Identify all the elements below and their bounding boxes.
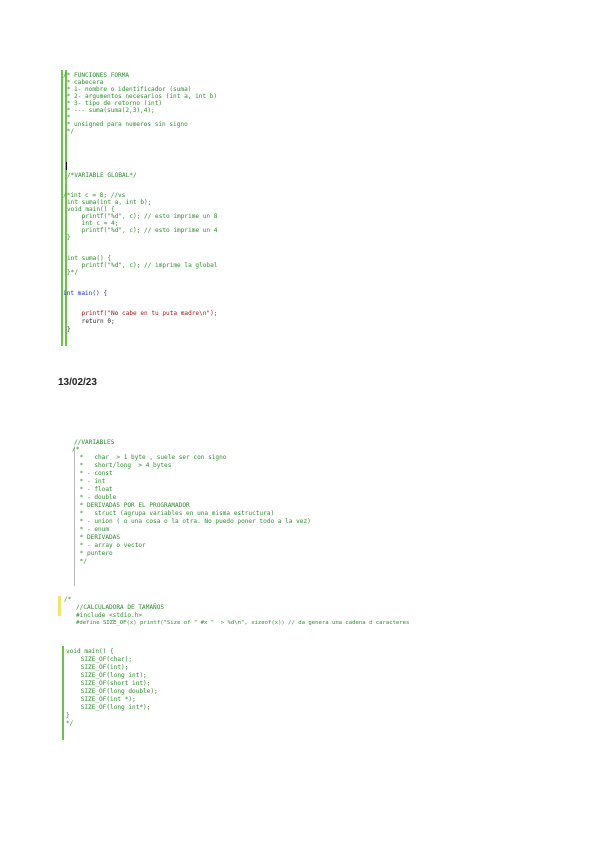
code-line: //VARIABLES bbox=[74, 439, 115, 446]
code-line: } bbox=[66, 712, 70, 719]
code-line: void main() { bbox=[67, 206, 115, 213]
code-line: * - array o vector bbox=[76, 542, 146, 549]
text-cursor bbox=[66, 162, 67, 170]
code-line: * struct (agrupa variables en una misma … bbox=[76, 510, 275, 517]
code-line: * unsigned para numeros sin signo bbox=[63, 121, 188, 128]
code-line: SIZE_OF(int); bbox=[66, 664, 129, 671]
code-line: return 0; bbox=[67, 318, 115, 325]
code-line: * 3- tipo de retorno (int) bbox=[63, 100, 163, 107]
code-line: } bbox=[67, 234, 71, 241]
code-line: printf("%d", c); // esto imprime un 4 bbox=[67, 227, 218, 234]
code-line: */ bbox=[76, 558, 88, 565]
code-line: * bbox=[63, 114, 71, 121]
code-block-variables: //VARIABLES /* * char > 1 byte , suele s… bbox=[66, 436, 386, 586]
code-line: int suma() { bbox=[67, 255, 112, 262]
code-line: SIZE_OF(char); bbox=[66, 656, 133, 663]
code-line: SIZE_OF(long int); bbox=[66, 672, 147, 679]
code-line: int suma(int a, int b); bbox=[67, 199, 152, 206]
code-line: void main() { bbox=[66, 648, 114, 655]
code-line: * - float bbox=[76, 486, 113, 493]
code-line: SIZE_OF(long int*); bbox=[66, 704, 151, 711]
code-gutter bbox=[62, 646, 64, 740]
code-block-main: void main() { SIZE_OF(char); SIZE_OF(int… bbox=[62, 646, 262, 740]
code-line: } bbox=[67, 326, 71, 333]
code-line: * - union ( o una cosa o la otra. No pue… bbox=[76, 518, 311, 525]
code-line: * - const bbox=[76, 470, 113, 477]
code-line: * --- suma(suma(2,3),4); bbox=[63, 107, 155, 114]
code-line: /* bbox=[72, 446, 80, 453]
code-block-size-calculator: /* //CALCULADORA DE TAMAÑOS #include <st… bbox=[58, 594, 478, 634]
code-line: /*int c = 8; //vs bbox=[63, 192, 126, 199]
code-line: }*/ bbox=[67, 269, 79, 276]
code-line: SIZE_OF(int *); bbox=[66, 696, 136, 703]
code-gutter bbox=[74, 448, 75, 586]
code-line: * char > 1 byte , suele ser con signo bbox=[76, 454, 227, 461]
code-line: * 2- argumentos necesarios (int a, int b… bbox=[63, 93, 218, 100]
code-line: * DERIVADAS bbox=[76, 534, 121, 541]
code-line: SIZE_OF(long double); bbox=[66, 688, 158, 695]
code-line: * DERIVADAS POR EL PROGRAMADOR bbox=[76, 502, 190, 509]
code-line: printf("No cabe en tu puta madre\n"); bbox=[67, 310, 218, 317]
code-line: * short/long > 4 bytes bbox=[76, 462, 172, 469]
code-line: printf("%d", c); // imprime la global bbox=[67, 262, 218, 269]
code-block-functions: /* FUNCIONES FORMA * cabecera * 1- nombr… bbox=[55, 70, 500, 346]
code-line: printf("%d", c); // esto imprime un 8 bbox=[67, 213, 218, 220]
code-line: * - int bbox=[76, 478, 106, 485]
code-line: * puntero bbox=[76, 550, 113, 557]
code-line: /* bbox=[64, 596, 72, 603]
code-line: */ bbox=[63, 128, 75, 135]
date-heading: 13/02/23 bbox=[58, 377, 97, 388]
code-line: int c = 4; bbox=[67, 220, 119, 227]
code-line: * - enum bbox=[76, 526, 110, 533]
code-line: #define SIZE_OF(x) printf("Size of " #x … bbox=[76, 620, 410, 626]
code-line: #include <stdio.h> bbox=[76, 612, 143, 619]
change-marker bbox=[58, 596, 61, 616]
code-line: * cabecera bbox=[63, 79, 104, 86]
code-line: /* FUNCIONES FORMA bbox=[63, 72, 130, 79]
code-line: SIZE_OF(short int); bbox=[66, 680, 151, 687]
code-line: int main() { bbox=[63, 290, 108, 297]
code-line: * - double bbox=[76, 494, 117, 501]
code-line: * 1- nombre o identificador (suma) bbox=[63, 86, 192, 93]
code-line: /*VARIABLE GLOBAL*/ bbox=[67, 172, 137, 179]
code-line: */ bbox=[66, 720, 74, 727]
code-line: //CALCULADORA DE TAMAÑOS bbox=[76, 604, 165, 611]
